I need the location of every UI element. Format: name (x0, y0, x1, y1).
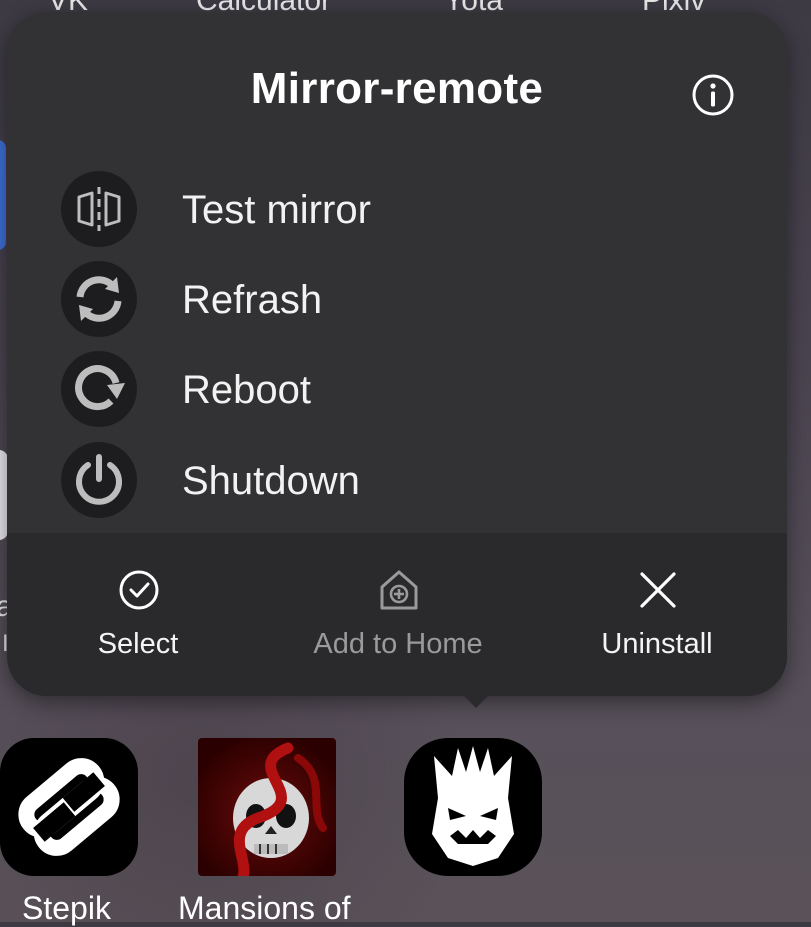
power-icon (61, 442, 137, 518)
reboot-icon (61, 351, 137, 427)
menu-item-label: Shutdown (182, 459, 360, 503)
menu-item-test-mirror[interactable]: Test mirror (61, 171, 741, 251)
uninstall-label: Uninstall (601, 628, 713, 660)
info-icon[interactable] (690, 72, 736, 118)
stepik-icon[interactable] (0, 738, 138, 876)
mirror-icon (61, 171, 137, 247)
app-label-mansions: Mansions of (178, 890, 351, 926)
add-to-home-label: Add to Home (313, 628, 483, 660)
close-icon (640, 572, 676, 608)
demon-face-icon[interactable] (404, 738, 542, 876)
menu-item-reboot[interactable]: Reboot (61, 351, 741, 431)
bg-app-icon-partial (0, 140, 6, 250)
select-label: Select (97, 628, 179, 660)
add-to-home-button[interactable]: Add to Home (288, 567, 508, 677)
popup-pointer (462, 694, 490, 708)
select-button[interactable]: Select (28, 567, 248, 677)
app-label-stepik: Stepik (22, 890, 111, 926)
add-home-icon (380, 570, 418, 610)
refresh-icon (61, 261, 137, 337)
popup-title: Mirror-remote (250, 64, 544, 113)
menu-item-shutdown[interactable]: Shutdown (61, 442, 741, 522)
mansions-icon[interactable] (198, 738, 336, 876)
check-circle-icon (119, 570, 159, 610)
app-context-popup: Mirror-remote Test mirror Refrash Reboot… (7, 12, 787, 696)
menu-item-label: Test mirror (182, 188, 371, 232)
menu-item-label: Reboot (182, 368, 311, 412)
uninstall-button[interactable]: Uninstall (547, 567, 767, 677)
menu-item-label: Refrash (182, 278, 323, 322)
menu-item-refresh[interactable]: Refrash (61, 261, 741, 341)
